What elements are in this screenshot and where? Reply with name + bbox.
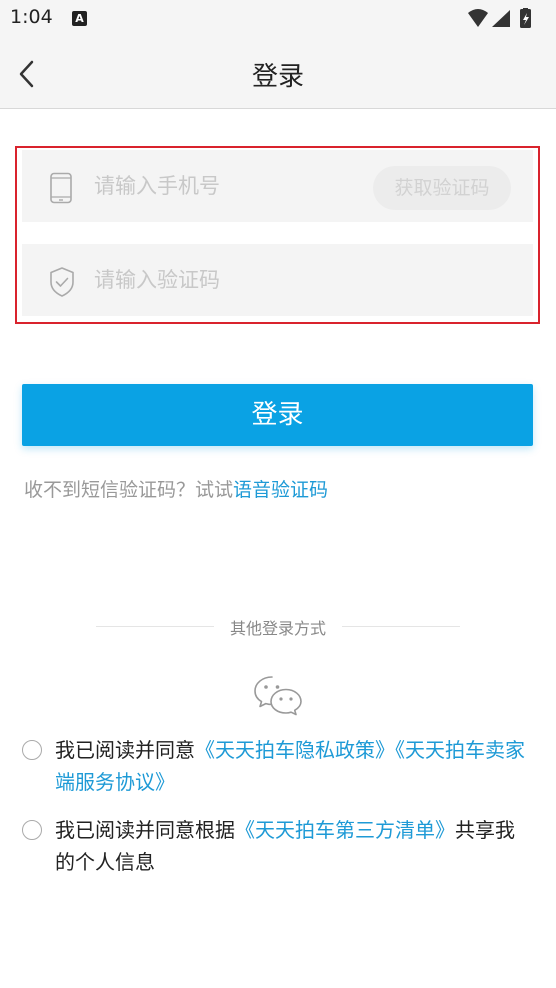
status-notification-icon: A [72, 11, 87, 26]
phone-field: 获取验证码 [22, 150, 533, 222]
agreement-third-party-prefix: 我已阅读并同意根据 [55, 818, 235, 842]
voice-code-link[interactable]: 语音验证码 [233, 479, 328, 501]
code-field [22, 244, 533, 316]
status-icons [466, 8, 546, 34]
page-title: 登录 [251, 62, 304, 92]
get-code-button[interactable]: 获取验证码 [373, 166, 511, 210]
header-bar: 登录 [0, 38, 556, 109]
phone-input[interactable] [94, 166, 354, 206]
wechat-icon [254, 676, 302, 716]
code-input[interactable] [94, 260, 354, 300]
third-party-list-link[interactable]: 《天天拍车第三方清单》 [235, 818, 455, 842]
sms-hint-text: 收不到短信验证码？试试 [24, 479, 234, 501]
status-bar: 1:04 A [0, 0, 556, 38]
signal-icon [492, 10, 510, 27]
agreement-third-party: 我已阅读并同意根据《天天拍车第三方清单》共享我的个人信息 [22, 814, 532, 878]
sms-hint: 收不到短信验证码？试试语音验证码 [24, 475, 328, 502]
agreement-privacy-text: 我已阅读并同意《天天拍车隐私政策》《天天拍车卖家端服务协议》 [55, 734, 532, 798]
agreement-third-party-text: 我已阅读并同意根据《天天拍车第三方清单》共享我的个人信息 [55, 814, 532, 878]
status-time: 1:04 [10, 6, 53, 28]
other-login-divider: 其他登录方式 [96, 614, 460, 638]
phone-icon [48, 172, 74, 208]
divider-line-right [342, 626, 460, 627]
shield-check-icon [48, 266, 76, 302]
agreement-privacy-prefix: 我已阅读并同意 [55, 738, 195, 762]
login-button[interactable]: 登录 [22, 384, 533, 446]
privacy-policy-link[interactable]: 《天天拍车隐私政策》 [195, 738, 395, 762]
wechat-login-button[interactable] [253, 674, 303, 716]
other-login-label: 其他登录方式 [229, 619, 326, 638]
agreement-privacy: 我已阅读并同意《天天拍车隐私政策》《天天拍车卖家端服务协议》 [22, 734, 532, 798]
agreement-privacy-checkbox[interactable] [22, 740, 42, 760]
wifi-icon [468, 9, 488, 27]
agreement-third-party-checkbox[interactable] [22, 820, 42, 840]
battery-icon [520, 8, 531, 28]
